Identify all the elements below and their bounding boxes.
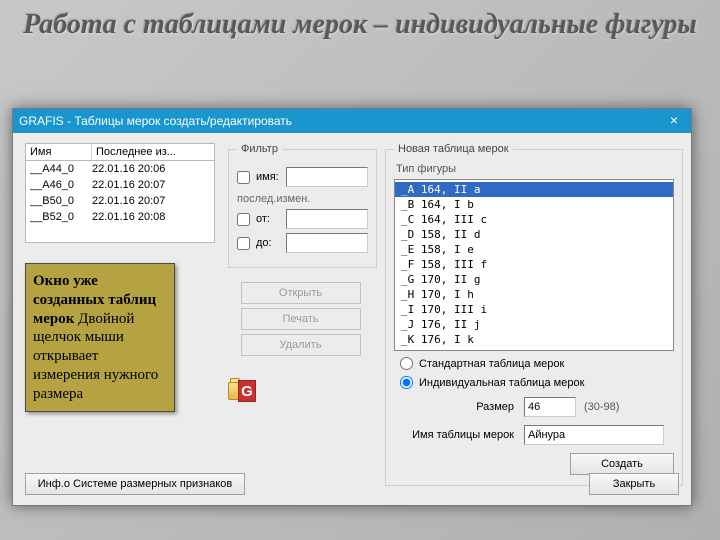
delete-button[interactable]: Удалить bbox=[241, 334, 361, 356]
radio-standard-label: Стандартная таблица мерок bbox=[419, 358, 564, 370]
create-button[interactable]: Создать bbox=[570, 453, 674, 475]
filter-from-input[interactable] bbox=[286, 209, 368, 229]
figure-type-item[interactable]: _D 158, II d bbox=[395, 227, 673, 242]
dialog-window: GRAFIS - Таблицы мерок создать/редактиро… bbox=[12, 108, 692, 506]
filter-name-label: имя: bbox=[256, 171, 286, 183]
title-bar: GRAFIS - Таблицы мерок создать/редактиро… bbox=[13, 109, 691, 133]
filter-from-checkbox[interactable] bbox=[237, 213, 250, 226]
filter-to-input[interactable] bbox=[286, 233, 368, 253]
grafis-logo-icon: G bbox=[228, 374, 260, 406]
table-row[interactable]: __B52_022.01.16 20:08 bbox=[26, 209, 214, 225]
radio-standard[interactable] bbox=[400, 357, 413, 370]
filter-group: Фильтр имя: послед.измен. от: до: bbox=[228, 143, 377, 268]
figure-type-item[interactable]: _J 176, II j bbox=[395, 317, 673, 332]
slide-title: Работа с таблицами мерок – индивидуальны… bbox=[0, 0, 720, 48]
table-row[interactable]: __A46_022.01.16 20:07 bbox=[26, 177, 214, 193]
figure-type-label: Тип фигуры bbox=[396, 163, 674, 175]
filter-changed-label: послед.измен. bbox=[237, 193, 368, 205]
list-header[interactable]: Имя Последнее из... bbox=[25, 143, 215, 161]
figure-type-item[interactable]: _F 158, III f bbox=[395, 257, 673, 272]
open-button[interactable]: Открыть bbox=[241, 282, 361, 304]
table-row[interactable]: __B50_022.01.16 20:07 bbox=[26, 193, 214, 209]
figure-type-item[interactable]: _I 170, III i bbox=[395, 302, 673, 317]
figure-type-item[interactable]: _B 164, I b bbox=[395, 197, 673, 212]
figure-type-list[interactable]: _A 164, II a_B 164, I b_C 164, III c_D 1… bbox=[394, 179, 674, 351]
figure-type-item[interactable]: _G 170, II g bbox=[395, 272, 673, 287]
figure-type-item[interactable]: _A 164, II a bbox=[395, 182, 673, 197]
table-name-label: Имя таблицы мерок bbox=[394, 429, 514, 441]
close-icon[interactable]: × bbox=[663, 112, 685, 130]
filter-to-checkbox[interactable] bbox=[237, 237, 250, 250]
window-title: GRAFIS - Таблицы мерок создать/редактиро… bbox=[19, 114, 663, 128]
tables-list[interactable]: __A44_022.01.16 20:06__A46_022.01.16 20:… bbox=[25, 161, 215, 243]
figure-type-item[interactable]: _R 152, II r bbox=[395, 347, 673, 351]
filter-to-label: до: bbox=[256, 237, 286, 249]
radio-individual[interactable] bbox=[400, 376, 413, 389]
figure-type-item[interactable]: _H 170, I h bbox=[395, 287, 673, 302]
table-name-input[interactable] bbox=[524, 425, 664, 445]
figure-type-item[interactable]: _E 158, I e bbox=[395, 242, 673, 257]
new-table-group: Новая таблица мерок Тип фигуры _A 164, I… bbox=[385, 143, 683, 486]
print-button[interactable]: Печать bbox=[241, 308, 361, 330]
annotation-note: Окно уже созданных таблиц мерок Двойной … bbox=[25, 263, 175, 412]
radio-individual-label: Индивидуальная таблица мерок bbox=[419, 377, 584, 389]
filter-from-label: от: bbox=[256, 213, 286, 225]
info-button[interactable]: Инф.о Системе размерных признаков bbox=[25, 473, 245, 495]
new-table-legend: Новая таблица мерок bbox=[394, 143, 513, 155]
figure-type-item[interactable]: _K 176, I k bbox=[395, 332, 673, 347]
filter-name-input[interactable] bbox=[286, 167, 368, 187]
filter-name-checkbox[interactable] bbox=[237, 171, 250, 184]
filter-legend: Фильтр bbox=[237, 143, 282, 155]
size-input[interactable] bbox=[524, 397, 576, 417]
col-header-date[interactable]: Последнее из... bbox=[92, 144, 214, 160]
size-label: Размер bbox=[394, 401, 514, 413]
figure-type-item[interactable]: _C 164, III c bbox=[395, 212, 673, 227]
size-range-label: (30-98) bbox=[584, 401, 619, 413]
col-header-name[interactable]: Имя bbox=[26, 144, 92, 160]
close-button[interactable]: Закрыть bbox=[589, 473, 679, 495]
table-row[interactable]: __A44_022.01.16 20:06 bbox=[26, 161, 214, 177]
